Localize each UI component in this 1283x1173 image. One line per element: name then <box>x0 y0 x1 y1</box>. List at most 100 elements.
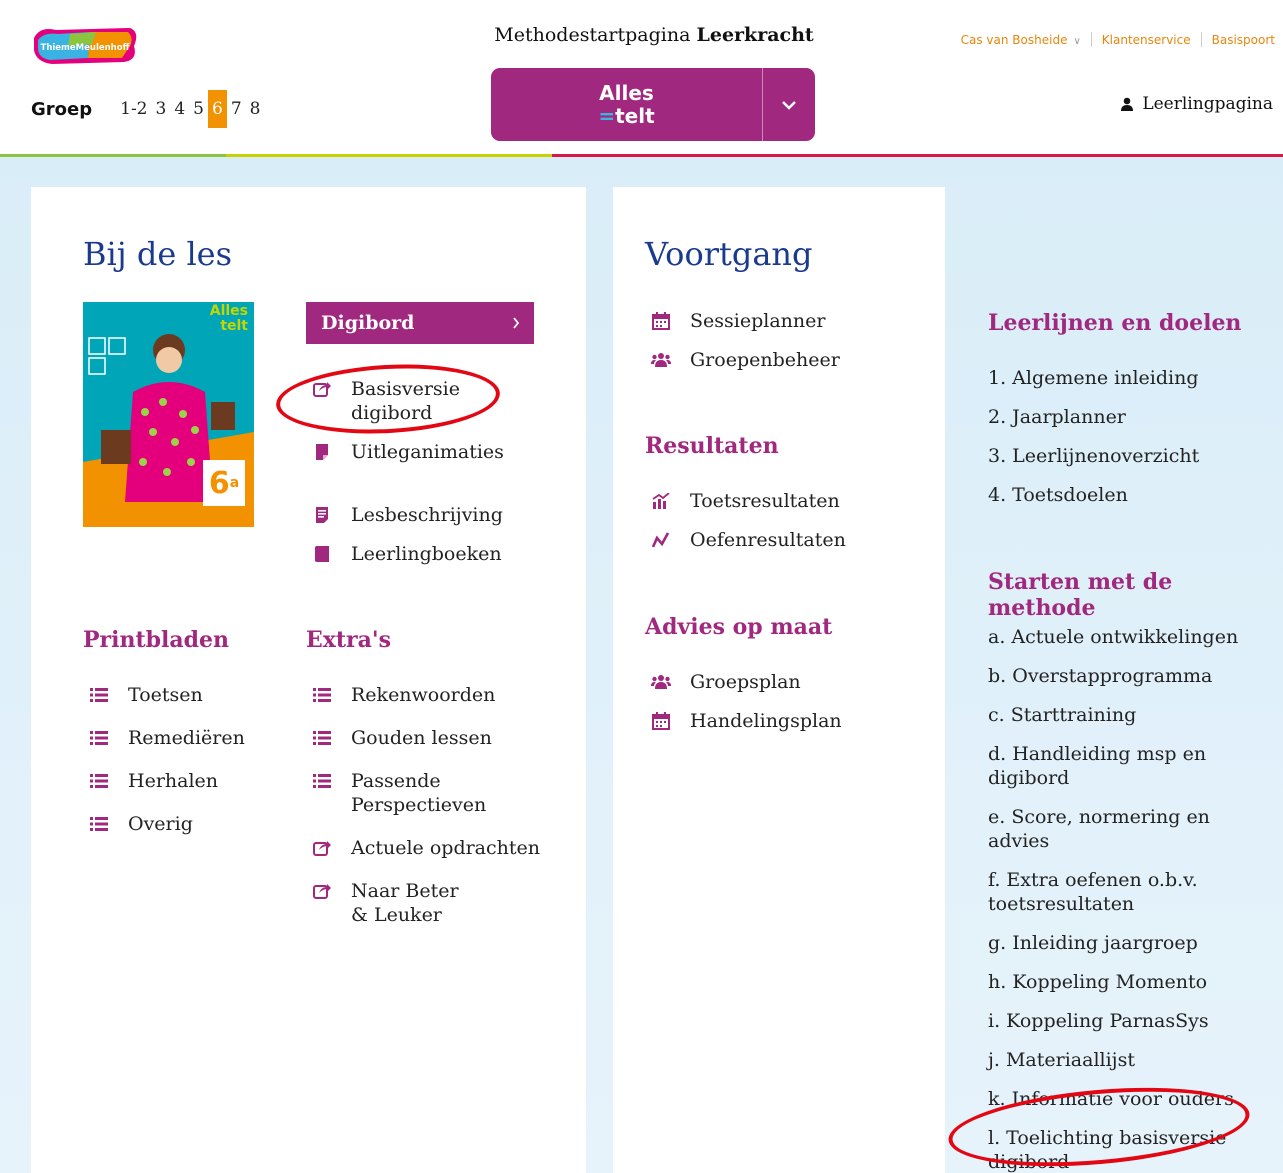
list-item-passende-perspectieven[interactable]: Passende Perspectieven <box>310 769 486 817</box>
bij-de-les-panel: Bij de les Alles telt 6a Digibord Basisv… <box>31 187 586 1173</box>
list-item-herhalen[interactable]: Herhalen <box>87 769 245 793</box>
list-item-starten-a[interactable]: a. Actuele ontwikkelingen <box>988 625 1273 649</box>
list-item-leerlijn-3[interactable]: 3. Leerlijnenoverzicht <box>988 444 1199 468</box>
list-icon <box>310 769 334 793</box>
groep-item-3[interactable]: 3 <box>152 90 171 128</box>
advies-list: Groepsplan Handelingsplan <box>649 670 842 733</box>
chevron-right-icon <box>513 317 520 329</box>
page-title-role: Leerkracht <box>696 24 814 46</box>
list-item-groepsplan[interactable]: Groepsplan <box>649 670 842 694</box>
voortgang-panel: Voortgang Sessieplanner Groepenbeheer Re… <box>613 187 945 1173</box>
method-switcher[interactable]: Alles =telt <box>491 68 815 141</box>
list-item-label: Basisversie digibord <box>351 378 460 424</box>
top-links: Cas van Bosheide ∨ Klantenservice Basispo… <box>961 32 1275 47</box>
external-link-icon <box>310 377 334 401</box>
list-item-starten-b[interactable]: b. Overstapprogramma <box>988 664 1273 688</box>
basispoort-link[interactable]: Basispoort <box>1212 33 1275 47</box>
list-item-label: Oefenresultaten <box>690 529 846 551</box>
list-item-leerlijn-4[interactable]: 4. Toetsdoelen <box>988 483 1199 507</box>
groep-item-7[interactable]: 7 <box>227 90 246 128</box>
list-item-starten-c[interactable]: c. Starttraining <box>988 703 1273 727</box>
list-item-actuele-opdrachten[interactable]: Actuele opdrachten <box>310 836 550 860</box>
list-icon <box>310 726 334 750</box>
cover-grade-number: 6 <box>208 465 230 501</box>
leerlingpagina-label: Leerlingpagina <box>1142 94 1273 114</box>
cover-grade-sup: a <box>229 475 240 491</box>
book-icon <box>310 542 334 566</box>
list-item-label: Sessieplanner <box>690 310 826 332</box>
list-item-starten-f[interactable]: f. Extra oefenen o.b.v. toetsresultaten <box>988 868 1218 916</box>
list-item-label: Leerlingboeken <box>351 543 502 565</box>
list-item-label: Lesbeschrijving <box>351 504 503 526</box>
thiememeulenhoff-logo[interactable]: ThiemeMeulenhoff <box>30 24 140 66</box>
list-item-label: Uitleganimaties <box>351 441 504 463</box>
list-item-overig[interactable]: Overig <box>87 812 245 836</box>
external-link-icon <box>310 879 334 903</box>
list-item-leerlingboeken[interactable]: Leerlingboeken <box>310 542 504 566</box>
book-cover-image[interactable]: Alles telt 6a <box>83 302 254 527</box>
leerlijnen-list: 1. Algemene inleiding 2. Jaarplanner 3. … <box>988 366 1199 507</box>
brand-equals-icon: = <box>598 103 616 128</box>
brand-line-1: Alles <box>599 80 654 105</box>
line-chart-icon <box>649 528 673 552</box>
list-item-starten-i[interactable]: i. Koppeling ParnasSys <box>988 1009 1273 1033</box>
list-item-toetsen[interactable]: Toetsen <box>87 683 245 707</box>
chevron-down-icon <box>782 100 796 110</box>
list-item-rekenwoorden[interactable]: Rekenwoorden <box>310 683 550 707</box>
external-link-icon <box>310 836 334 860</box>
list-item-handelingsplan[interactable]: Handelingsplan <box>649 709 842 733</box>
list-item-lesbeschrijving[interactable]: Lesbeschrijving <box>310 503 504 527</box>
logo-text: ThiemeMeulenhoff <box>41 43 130 53</box>
groep-item-6-active[interactable]: 6 <box>208 90 227 128</box>
groep-item-5[interactable]: 5 <box>189 90 208 128</box>
groep-item-1-2[interactable]: 1-2 <box>116 90 151 128</box>
list-item-naar-beter-leuker[interactable]: Naar Beter & Leuker <box>310 879 480 927</box>
list-item-starten-g[interactable]: g. Inleiding jaargroep <box>988 931 1273 955</box>
list-item-starten-h[interactable]: h. Koppeling Momento <box>988 970 1273 994</box>
voortgang-list: Sessieplanner Groepenbeheer <box>649 309 840 372</box>
klantenservice-link[interactable]: Klantenservice <box>1102 33 1191 47</box>
list-item-starten-e[interactable]: e. Score, normering en advies <box>988 805 1273 853</box>
printbladen-list: Toetsen Remediëren Herhalen Overig <box>87 683 245 836</box>
list-item-gouden-lessen[interactable]: Gouden lessen <box>310 726 550 750</box>
voortgang-title: Voortgang <box>645 235 813 273</box>
user-icon <box>1121 97 1134 111</box>
list-icon <box>87 812 111 836</box>
list-item-sessieplanner[interactable]: Sessieplanner <box>649 309 840 333</box>
digibord-button[interactable]: Digibord <box>306 302 534 344</box>
list-item-starten-j[interactable]: j. Materiaallijst <box>988 1048 1273 1072</box>
method-dropdown-button[interactable] <box>763 68 815 141</box>
alles-telt-logo[interactable]: Alles =telt <box>491 68 762 141</box>
users-icon <box>649 670 673 694</box>
list-item-uitleganimaties[interactable]: Uitleganimaties <box>310 440 504 464</box>
list-item-starten-l[interactable]: l. Toelichting basisversie digibord <box>988 1126 1228 1173</box>
list-item-label: Toetsen <box>128 684 203 706</box>
starten-title: Starten met de methode <box>988 569 1173 621</box>
groep-label: Groep <box>31 98 93 120</box>
list-item-groepenbeheer[interactable]: Groepenbeheer <box>649 348 840 372</box>
list-icon <box>87 726 111 750</box>
list-item-label: Remediëren <box>128 727 245 749</box>
list-item-leerlijn-1[interactable]: 1. Algemene inleiding <box>988 366 1199 390</box>
user-menu[interactable]: Cas van Bosheide ∨ <box>961 33 1081 47</box>
list-item-basisversie-digibord[interactable]: Basisversie digibord <box>310 377 470 425</box>
leerlingpagina-link[interactable]: Leerlingpagina <box>1120 94 1273 114</box>
divider <box>1200 32 1202 47</box>
groep-item-4[interactable]: 4 <box>170 90 189 128</box>
list-item-leerlijn-2[interactable]: 2. Jaarplanner <box>988 405 1199 429</box>
list-item-remedieren[interactable]: Remediëren <box>87 726 245 750</box>
list-item-starten-k[interactable]: k. Informatie voor ouders <box>988 1087 1273 1111</box>
list-item-oefenresultaten[interactable]: Oefenresultaten <box>649 528 846 552</box>
resultaten-title: Resultaten <box>645 433 779 459</box>
list-item-toetsresultaten[interactable]: Toetsresultaten <box>649 489 846 513</box>
brand-line-2-text: telt <box>615 103 655 128</box>
calendar-icon <box>649 309 673 333</box>
note-icon <box>310 440 334 464</box>
calendar-icon <box>649 709 673 733</box>
list-item-starten-d[interactable]: d. Handleiding msp en digibord <box>988 742 1218 790</box>
list-item-label: Actuele opdrachten <box>351 837 541 859</box>
extras-title: Extra's <box>306 627 392 653</box>
list-item-label: Groepenbeheer <box>690 349 840 371</box>
groep-item-8[interactable]: 8 <box>246 90 265 128</box>
users-icon <box>649 348 673 372</box>
